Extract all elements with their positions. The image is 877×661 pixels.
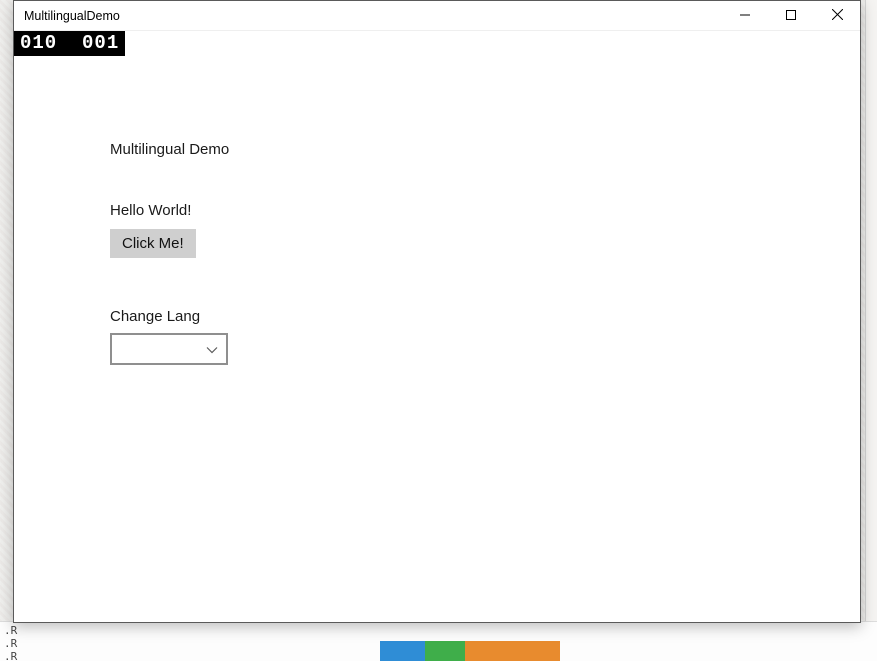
title-bar[interactable]: MultilingualDemo [14, 1, 860, 31]
app-window: MultilingualDemo 010 001 Multilingual De… [13, 0, 861, 623]
background-status-strip [380, 641, 560, 661]
close-icon [832, 7, 843, 25]
minimize-icon [740, 7, 750, 25]
greeting-text: Hello World! [110, 202, 860, 219]
language-combobox[interactable] [110, 333, 228, 365]
maximize-button[interactable] [768, 1, 814, 31]
change-lang-label: Change Lang [110, 308, 860, 325]
maximize-icon [786, 7, 796, 25]
minimize-button[interactable] [722, 1, 768, 31]
close-button[interactable] [814, 1, 860, 31]
page-heading: Multilingual Demo [110, 141, 860, 158]
window-content: Multilingual Demo Hello World! Click Me!… [14, 31, 860, 622]
chevron-down-icon [206, 343, 218, 355]
click-me-button[interactable]: Click Me! [110, 229, 196, 258]
window-title: MultilingualDemo [14, 9, 120, 23]
background-scroll-strip [865, 0, 877, 621]
